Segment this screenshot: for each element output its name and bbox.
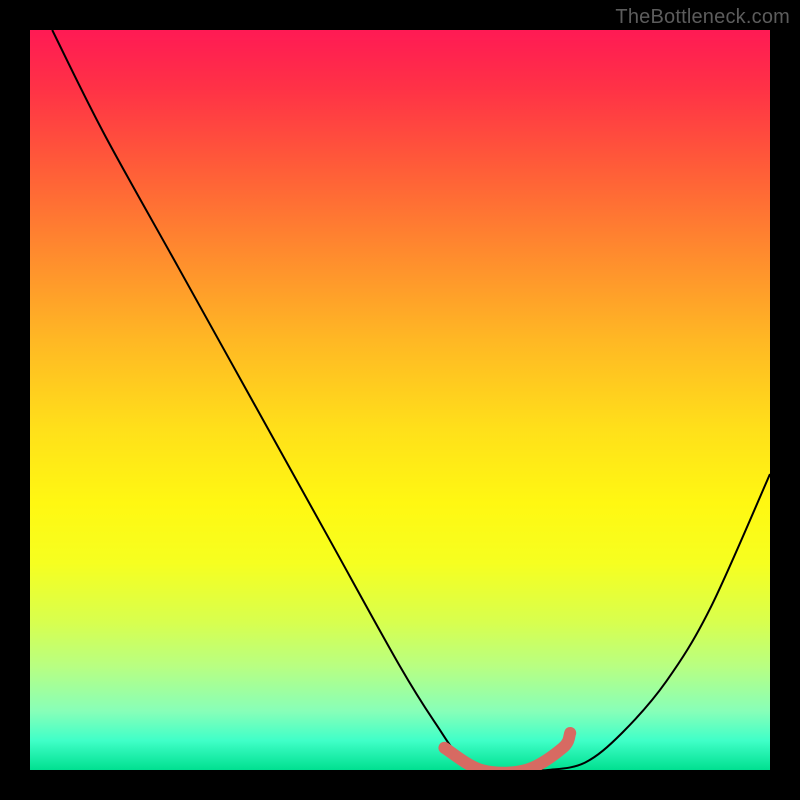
curve-svg	[30, 30, 770, 770]
chart-frame: TheBottleneck.com	[0, 0, 800, 800]
bottleneck-curve	[52, 30, 770, 770]
optimal-range-highlight	[444, 733, 570, 770]
watermark-text: TheBottleneck.com	[615, 6, 790, 29]
plot-area	[30, 30, 770, 770]
